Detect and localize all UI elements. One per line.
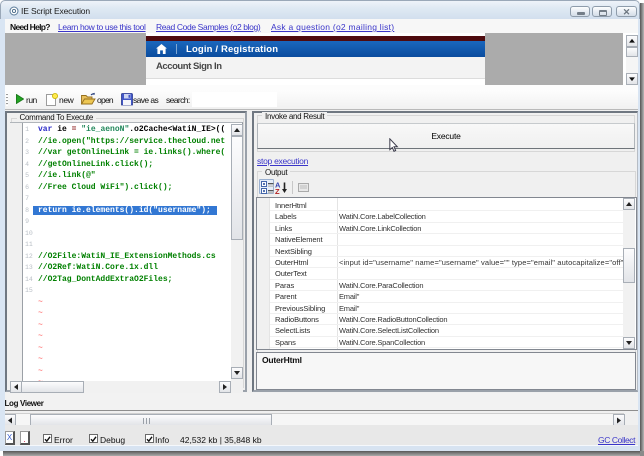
svg-text:Z: Z [275,187,280,194]
